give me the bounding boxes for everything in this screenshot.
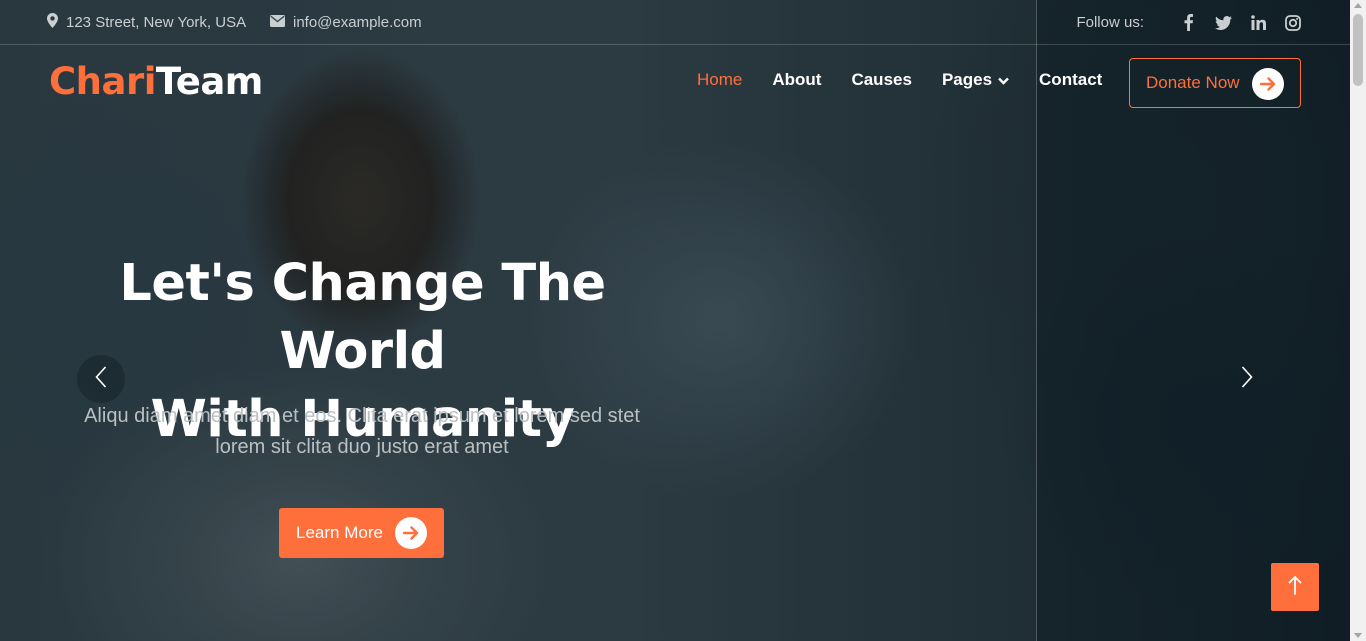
scroll-down-arrow-icon[interactable] [1354,633,1362,638]
hero-subtext-line1: Aliqu diam amet diam et eos. Clita erat … [84,405,640,427]
hero-subtext-line2: lorem sit clita duo justo erat amet [215,436,509,458]
scroll-up-arrow-icon[interactable] [1354,3,1362,8]
map-marker-icon [47,13,66,32]
email-text: info@example.com [293,14,422,31]
learn-more-label: Learn More [296,523,383,542]
twitter-icon[interactable] [1214,14,1232,32]
instagram-icon[interactable] [1284,14,1302,32]
follow-label: Follow us: [1076,14,1144,31]
brand-part1: Chari [49,60,156,103]
facebook-icon[interactable] [1179,14,1197,32]
arrow-up-icon [1288,575,1302,600]
arrow-right-icon [395,517,427,549]
topbar: 123 Street, New York, USA info@example.c… [0,0,1350,45]
main-nav: Home About Causes Pages Contact [697,70,1132,90]
nav-item-pages[interactable]: Pages [942,70,1009,90]
chevron-right-icon [1241,365,1253,393]
donate-now-label: Donate Now [1146,73,1240,92]
topbar-address: 123 Street, New York, USA [47,0,246,45]
arrow-right-icon [1252,68,1284,100]
brand-part2: Team [155,60,263,103]
chevron-down-icon [998,70,1009,90]
learn-more-button[interactable]: Learn More [279,508,444,558]
nav-item-causes[interactable]: Causes [851,70,911,90]
nav-item-about[interactable]: About [772,70,821,90]
hero-divider [1036,0,1037,641]
page-scrollbar[interactable] [1350,0,1366,641]
address-text: 123 Street, New York, USA [66,14,247,31]
hero-subtext: Aliqu diam amet diam et eos. Clita erat … [52,401,672,463]
topbar-email[interactable]: info@example.com [270,0,422,45]
back-to-top-button[interactable] [1271,563,1319,611]
scrollbar-thumb[interactable] [1353,14,1363,86]
hero-headline-line1: Let's Change The World [119,254,606,381]
linkedin-icon[interactable] [1249,14,1267,32]
envelope-icon [270,14,293,31]
carousel-next-button[interactable] [1223,355,1271,403]
brand-logo[interactable]: ChariTeam [49,60,263,103]
donate-now-button[interactable]: Donate Now [1129,58,1301,108]
nav-item-contact[interactable]: Contact [1039,70,1102,90]
social-links: Follow us: [1076,0,1302,45]
nav-item-pages-label: Pages [941,70,993,89]
nav-item-home[interactable]: Home [697,70,742,90]
